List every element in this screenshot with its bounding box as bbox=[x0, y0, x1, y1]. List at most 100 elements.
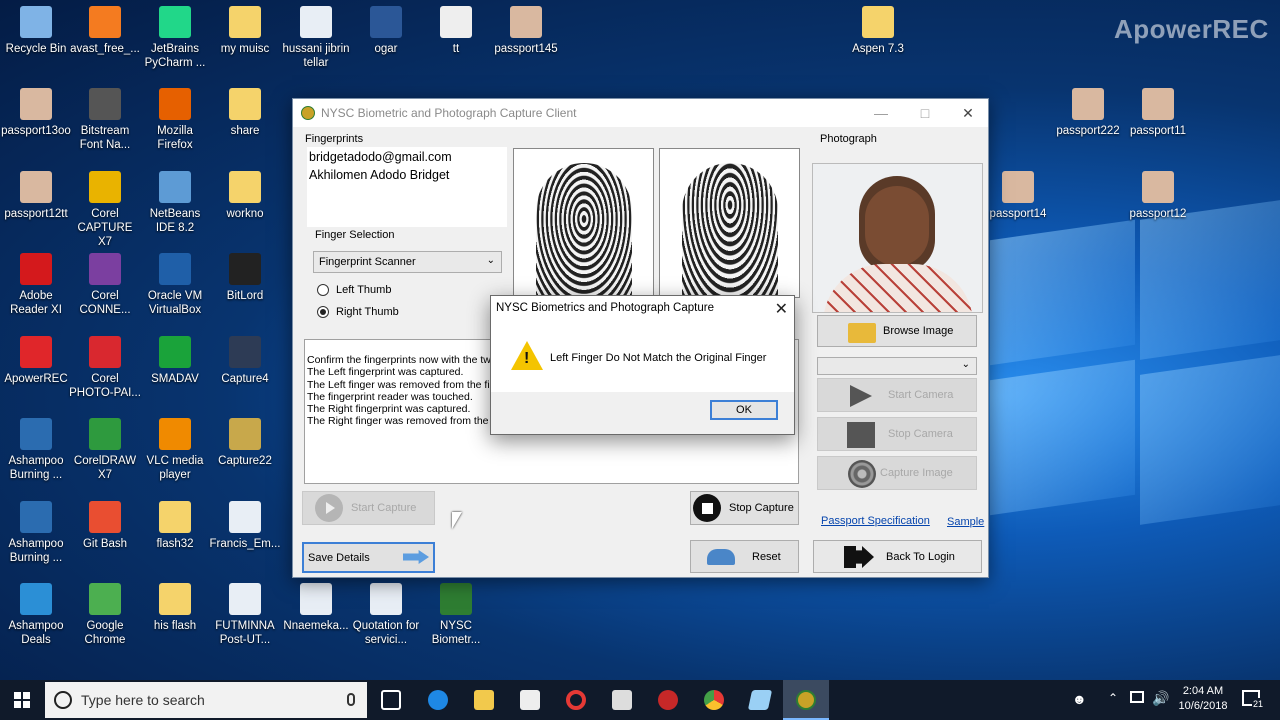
start-windows-icon[interactable] bbox=[14, 692, 30, 708]
people-icon[interactable]: ☻ bbox=[1072, 691, 1087, 707]
reset-label: Reset bbox=[752, 550, 781, 563]
reset-button[interactable]: Reset bbox=[690, 540, 799, 573]
desktop-icon[interactable]: ApowerREC bbox=[0, 336, 72, 386]
desktop-icon-label: passport14 bbox=[989, 208, 1047, 220]
desktop-icon[interactable]: NetBeans IDE 8.2 bbox=[139, 171, 211, 235]
close-button[interactable]: ✕ bbox=[948, 99, 988, 127]
desktop-icon[interactable]: Capture22 bbox=[209, 418, 281, 468]
desktop-icon[interactable]: passport13oo bbox=[0, 88, 72, 138]
stop-capture-button[interactable]: Stop Capture bbox=[690, 491, 799, 525]
desktop-icon[interactable]: Mozilla Firefox bbox=[139, 88, 211, 152]
chevron-up-icon[interactable]: ⌃ bbox=[1108, 691, 1118, 705]
desktop-icon-label: workno bbox=[226, 208, 264, 220]
search-icon bbox=[54, 691, 72, 709]
virtualbox-icon bbox=[159, 253, 191, 285]
desktop-icon[interactable]: passport12tt bbox=[0, 171, 72, 221]
desktop-icon[interactable]: BitLord bbox=[209, 253, 281, 303]
close-icon[interactable]: ✕ bbox=[775, 299, 788, 319]
desktop-icon[interactable]: FUTMINNA Post-UT... bbox=[209, 583, 281, 647]
document-icon bbox=[229, 583, 261, 615]
desktop-icon-label: Aspen 7.3 bbox=[852, 43, 904, 55]
sample-link[interactable]: Sample bbox=[947, 516, 984, 528]
app-icon[interactable] bbox=[747, 690, 773, 710]
document-icon bbox=[370, 583, 402, 615]
desktop-icon[interactable]: Oracle VM VirtualBox bbox=[139, 253, 211, 317]
desktop-icon[interactable]: Francis_Em... bbox=[209, 501, 281, 551]
desktop-icon[interactable]: Ashampoo Burning ... bbox=[0, 418, 72, 482]
word-doc-icon bbox=[370, 6, 402, 38]
browse-image-button[interactable]: Browse Image bbox=[817, 315, 977, 347]
desktop-icon[interactable]: NYSC Biometr... bbox=[420, 583, 492, 647]
save-details-button[interactable]: Save Details bbox=[302, 542, 435, 573]
radio-indicator bbox=[317, 284, 329, 296]
apowerrec-icon[interactable] bbox=[658, 690, 678, 710]
desktop-icon[interactable]: Nnaemeka... bbox=[280, 583, 352, 633]
desktop-icon[interactable]: hussani jibrin tellar bbox=[280, 6, 352, 70]
desktop-icon[interactable]: tt bbox=[420, 6, 492, 56]
scanner-select[interactable]: Fingerprint Scanner ⌄ bbox=[313, 251, 502, 273]
edge-icon[interactable] bbox=[428, 690, 448, 710]
right-thumb-radio[interactable]: Right Thumb bbox=[317, 306, 399, 318]
notification-center-icon[interactable]: 21 bbox=[1242, 690, 1265, 710]
minimize-button[interactable]: — bbox=[861, 99, 901, 127]
network-icon[interactable] bbox=[1130, 691, 1144, 703]
document-icon bbox=[300, 6, 332, 38]
desktop-icon[interactable]: workno bbox=[209, 171, 281, 221]
desktop-icon[interactable]: share bbox=[209, 88, 281, 138]
corel-photo-paint-icon bbox=[89, 336, 121, 368]
chrome-icon[interactable] bbox=[704, 690, 724, 710]
ok-button[interactable]: OK bbox=[710, 400, 778, 420]
back-to-login-button[interactable]: Back To Login bbox=[813, 540, 982, 573]
store-icon[interactable] bbox=[520, 690, 540, 710]
desktop-icon[interactable]: Recycle Bin bbox=[0, 6, 72, 56]
task-view-icon[interactable] bbox=[381, 690, 401, 710]
start-capture-button[interactable]: Start Capture bbox=[302, 491, 435, 525]
desktop-icon[interactable]: Google Chrome bbox=[69, 583, 141, 647]
taskbar-search[interactable]: Type here to search bbox=[45, 682, 367, 718]
start-camera-button[interactable]: Start Camera bbox=[817, 378, 977, 412]
desktop-icon[interactable]: his flash bbox=[139, 583, 211, 633]
desktop-icon[interactable]: avast_free_... bbox=[69, 6, 141, 56]
clock[interactable]: 2:04 AM 10/6/2018 bbox=[1173, 685, 1233, 712]
desktop-icon[interactable]: JetBrains PyCharm ... bbox=[139, 6, 211, 70]
desktop-icon[interactable]: Ashampoo Deals bbox=[0, 583, 72, 647]
desktop-icon[interactable]: flash32 bbox=[139, 501, 211, 551]
desktop-icon[interactable]: Bitstream Font Na... bbox=[69, 88, 141, 152]
corel-connect-icon bbox=[89, 253, 121, 285]
desktop-icon[interactable]: passport14 bbox=[982, 171, 1054, 221]
desktop-icon[interactable]: CorelDRAW X7 bbox=[69, 418, 141, 482]
volume-icon[interactable]: 🔊 bbox=[1152, 690, 1169, 707]
maximize-button[interactable]: □ bbox=[905, 99, 945, 127]
desktop-icon[interactable]: VLC media player bbox=[139, 418, 211, 482]
desktop-icon[interactable]: Ashampoo Burning ... bbox=[0, 501, 72, 565]
stop-camera-button[interactable]: Stop Camera bbox=[817, 417, 977, 451]
desktop-icon[interactable]: my muisc bbox=[209, 6, 281, 56]
nysc-taskbar-button[interactable] bbox=[783, 680, 829, 720]
desktop-icon[interactable]: passport222 bbox=[1052, 88, 1124, 138]
desktop-icon[interactable]: ogar bbox=[350, 6, 422, 56]
photograph-label: Photograph bbox=[820, 133, 877, 145]
desktop-icon[interactable]: SMADAV bbox=[139, 336, 211, 386]
photo-icon bbox=[20, 88, 52, 120]
desktop-icon-label: FUTMINNA Post-UT... bbox=[215, 620, 275, 646]
passport-specification-link[interactable]: Passport Specification bbox=[821, 515, 930, 527]
desktop-icon[interactable]: passport11 bbox=[1122, 88, 1194, 138]
desktop-icon[interactable]: Quotation for servici... bbox=[350, 583, 422, 647]
desktop-icon-label: Ashampoo Burning ... bbox=[8, 455, 64, 481]
desktop-icon[interactable]: Corel CONNE... bbox=[69, 253, 141, 317]
desktop-icon[interactable]: Git Bash bbox=[69, 501, 141, 551]
desktop-icon[interactable]: Corel PHOTO-PAI... bbox=[69, 336, 141, 400]
opera-icon[interactable] bbox=[566, 690, 586, 710]
file-explorer-icon[interactable] bbox=[474, 690, 494, 710]
desktop-icon[interactable]: Aspen 7.3 bbox=[842, 6, 914, 56]
microphone-icon[interactable] bbox=[347, 693, 355, 706]
desktop-icon[interactable]: passport12 bbox=[1122, 171, 1194, 221]
desktop-icon[interactable]: passport145 bbox=[490, 6, 562, 56]
desktop-icon[interactable]: Corel CAPTURE X7 bbox=[69, 171, 141, 249]
mail-icon[interactable] bbox=[612, 690, 632, 710]
desktop-icon[interactable]: Capture4 bbox=[209, 336, 281, 386]
left-thumb-radio[interactable]: Left Thumb bbox=[317, 284, 391, 296]
camera-select[interactable]: ⌄ bbox=[817, 357, 977, 375]
capture-image-button[interactable]: Capture Image bbox=[817, 456, 977, 490]
desktop-icon[interactable]: Adobe Reader XI bbox=[0, 253, 72, 317]
